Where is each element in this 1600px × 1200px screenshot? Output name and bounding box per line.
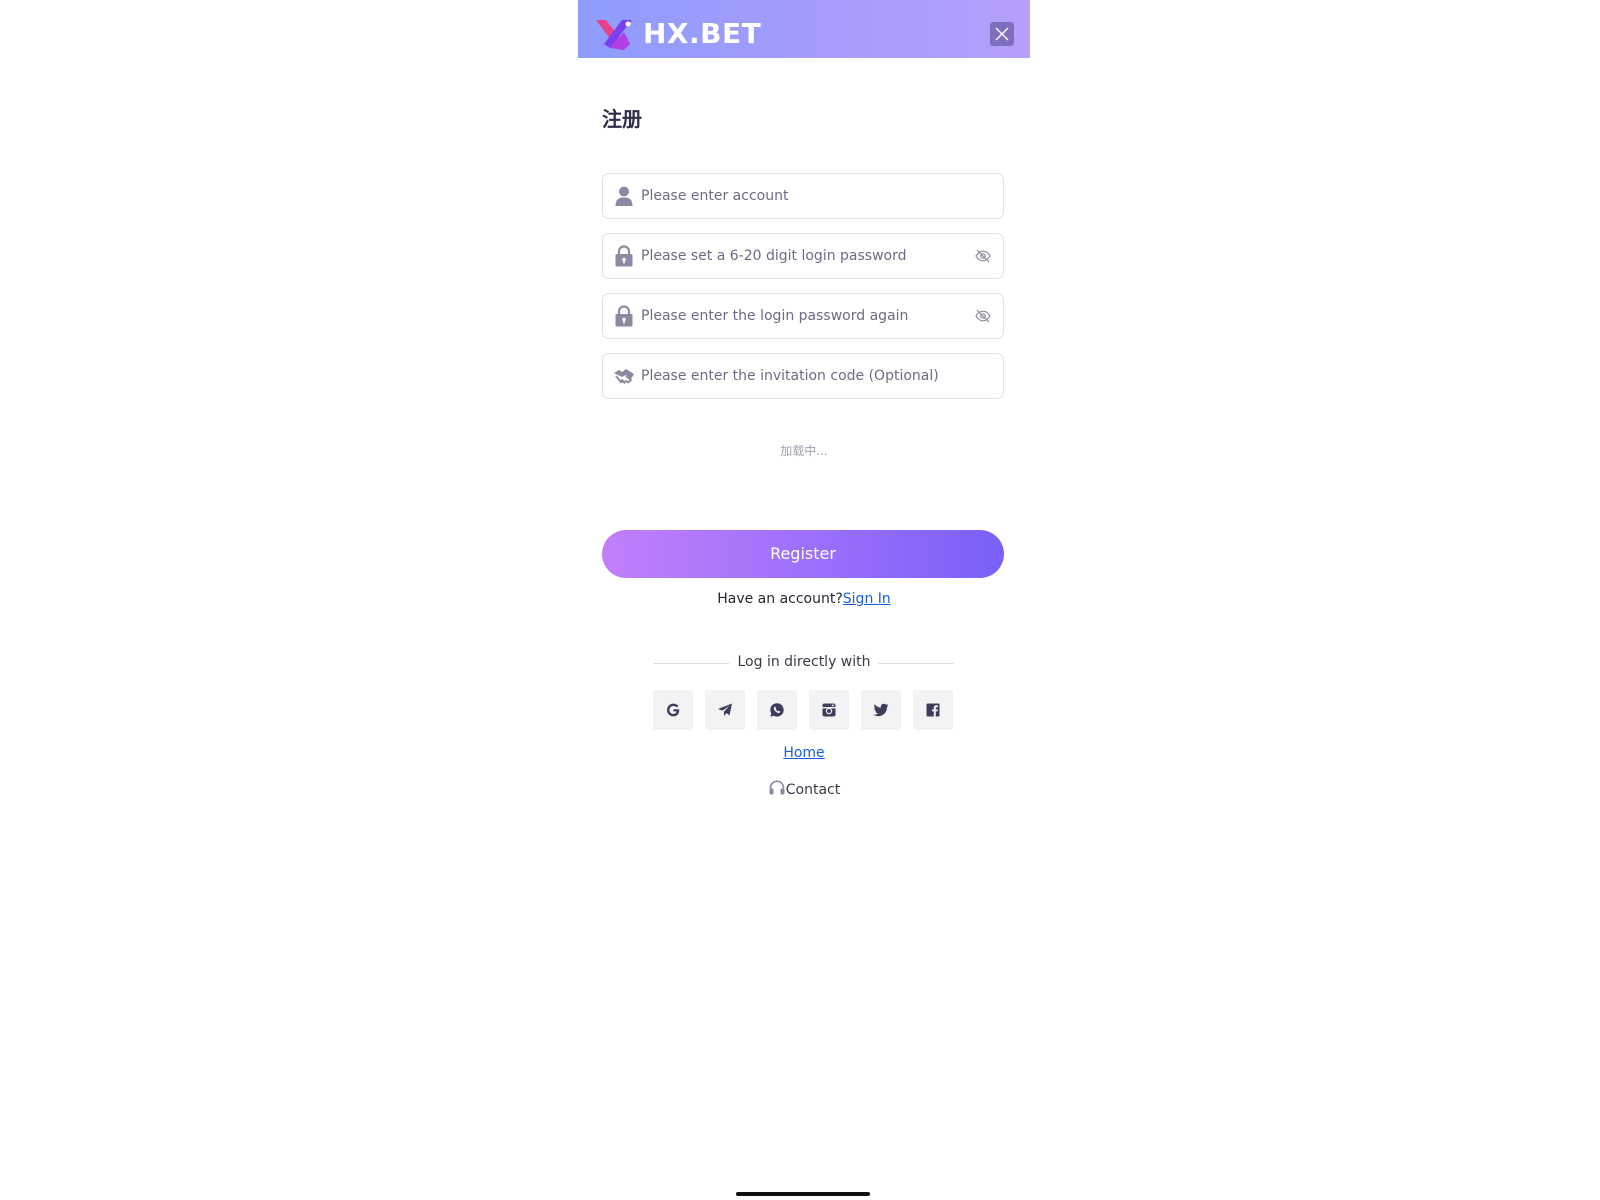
handshake-icon <box>614 369 634 385</box>
google-login-button[interactable] <box>653 690 693 730</box>
home-link[interactable]: Home <box>783 745 824 761</box>
register-button[interactable]: Register <box>602 530 1004 578</box>
social-login-label: Log in directly with <box>737 654 871 670</box>
password-field[interactable] <box>602 233 1004 279</box>
contact-button[interactable]: Contact <box>768 779 840 798</box>
instagram-login-button[interactable] <box>809 690 849 730</box>
facebook-icon <box>926 703 940 717</box>
whatsapp-icon <box>770 703 784 717</box>
telegram-login-button[interactable] <box>705 690 745 730</box>
confirm-password-field[interactable] <box>602 293 1004 339</box>
loading-text: 加载中... <box>780 444 828 458</box>
close-button[interactable] <box>990 22 1014 46</box>
invitation-code-input[interactable] <box>641 354 961 398</box>
page-title: 注册 <box>602 107 642 131</box>
password-input[interactable] <box>641 234 961 278</box>
signin-link[interactable]: Sign In <box>843 591 891 607</box>
close-icon <box>995 27 1009 41</box>
home-link-row: Home <box>578 745 1030 761</box>
telegram-icon <box>718 703 732 716</box>
facebook-login-button[interactable] <box>913 690 953 730</box>
divider-right <box>878 663 954 664</box>
home-indicator-bar <box>736 1192 870 1196</box>
lock-icon <box>615 245 633 267</box>
eye-off-icon[interactable] <box>975 309 991 323</box>
twitter-login-button[interactable] <box>861 690 901 730</box>
hx-logo-icon <box>596 20 632 50</box>
twitter-icon <box>873 703 889 717</box>
invitation-code-field[interactable] <box>602 353 1004 399</box>
user-icon <box>615 186 633 206</box>
google-icon <box>667 703 680 717</box>
signin-prompt-text: Have an account? <box>717 591 843 607</box>
account-input[interactable] <box>641 174 961 218</box>
account-field[interactable] <box>602 173 1004 219</box>
signin-prompt: Have an account?Sign In <box>578 591 1030 607</box>
header-bar: HX.BET <box>578 0 1030 58</box>
brand-name: HX.BET <box>643 17 762 50</box>
contact-label: Contact <box>785 782 841 798</box>
contact-row: Contact <box>578 779 1030 798</box>
eye-off-icon[interactable] <box>975 249 991 263</box>
lock-icon <box>615 305 633 327</box>
headset-icon <box>769 780 785 795</box>
register-page: HX.BET 注册 Please enter account Please en… <box>578 0 1030 1200</box>
instagram-icon <box>822 703 836 717</box>
confirm-password-input[interactable] <box>641 294 961 338</box>
whatsapp-login-button[interactable] <box>757 690 797 730</box>
